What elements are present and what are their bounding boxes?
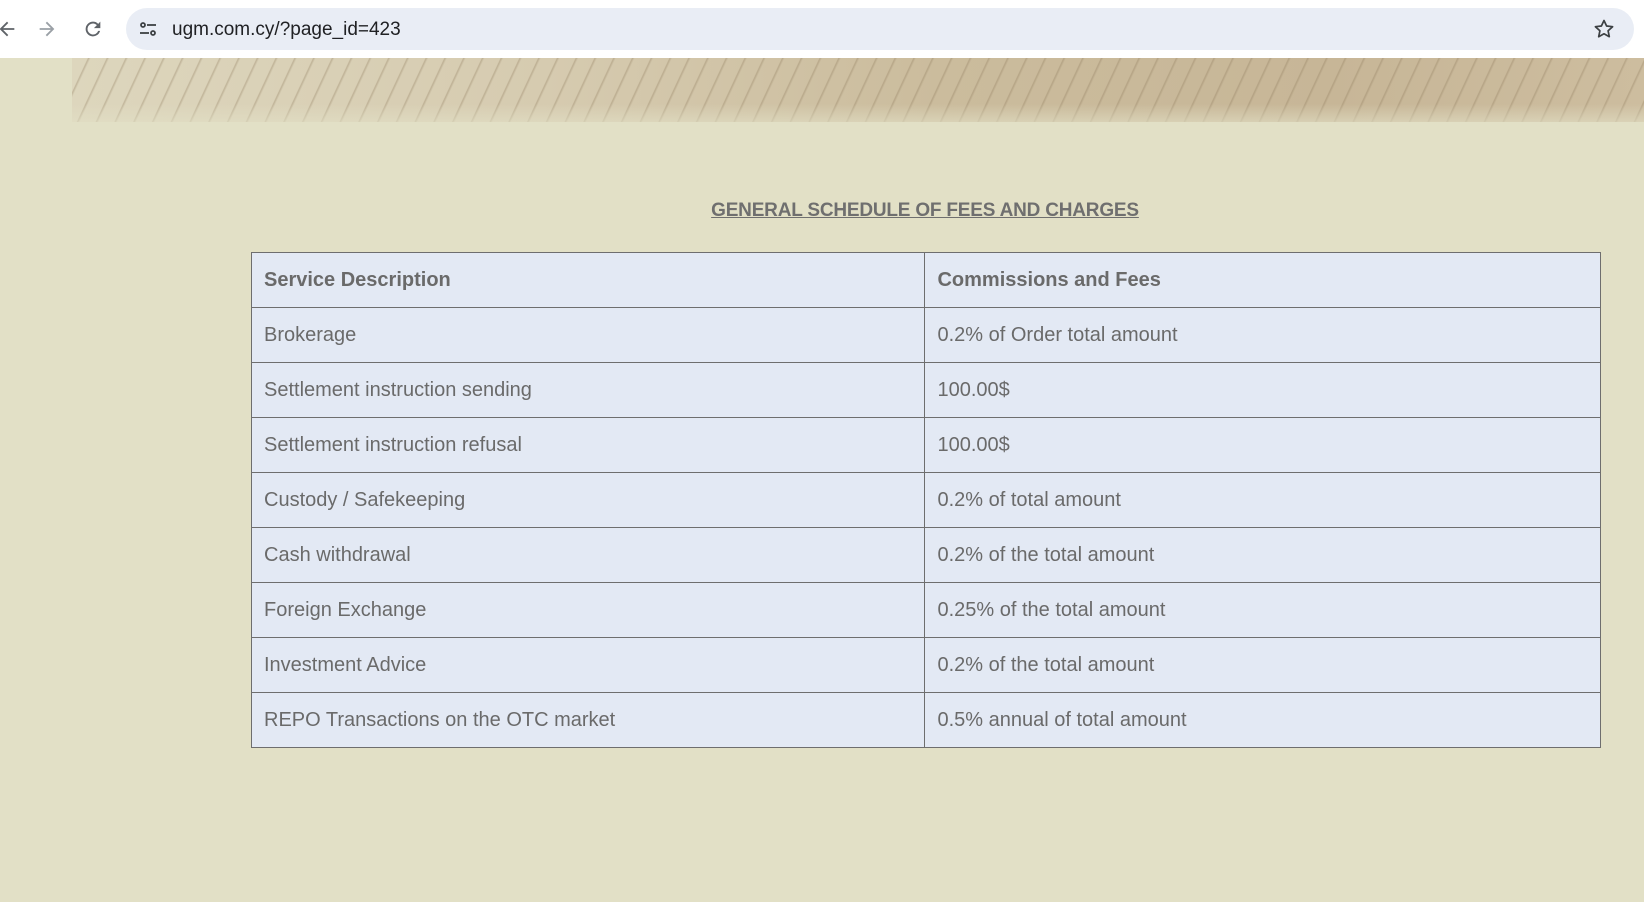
service-cell: Foreign Exchange — [250, 582, 926, 638]
url-text[interactable]: ugm.com.cy/?page_id=423 — [172, 19, 401, 41]
fee-cell: 0.25% of the total amount — [924, 582, 1601, 638]
fee-cell: 0.2% of total amount — [924, 472, 1601, 528]
site-info-icon[interactable] — [136, 17, 160, 41]
table-row: Investment Advice 0.2% of the total amou… — [250, 637, 1601, 693]
fees-table: Service Description Commissions and Fees… — [250, 252, 1601, 748]
fee-cell: 0.2% of the total amount — [924, 637, 1601, 693]
reload-icon[interactable] — [76, 12, 110, 46]
page-title: GENERAL SCHEDULE OF FEES AND CHARGES — [711, 200, 1139, 221]
service-cell: Settlement instruction refusal — [250, 417, 926, 473]
table-row: Settlement instruction refusal 100.00$ — [250, 417, 1601, 473]
service-cell: Brokerage — [250, 307, 926, 363]
column-header: Commissions and Fees — [924, 252, 1601, 308]
fee-cell: 0.5% annual of total amount — [924, 692, 1601, 748]
address-bar[interactable]: ugm.com.cy/?page_id=423 — [126, 8, 1634, 50]
fee-cell: 100.00$ — [924, 362, 1601, 418]
column-header: Service Description — [250, 252, 926, 308]
table-row: Custody / Safekeeping 0.2% of total amou… — [250, 472, 1601, 528]
banner-image — [72, 58, 1644, 122]
table-header-row: Service Description Commissions and Fees — [250, 252, 1601, 308]
header-banner — [0, 58, 1644, 122]
service-cell: Cash withdrawal — [250, 527, 926, 583]
browser-toolbar: ugm.com.cy/?page_id=423 — [0, 0, 1644, 58]
fee-cell: 0.2% of the total amount — [924, 527, 1601, 583]
service-cell: Custody / Safekeeping — [250, 472, 926, 528]
service-cell: REPO Transactions on the OTC market — [250, 692, 926, 748]
service-cell: Settlement instruction sending — [250, 362, 926, 418]
fee-cell: 0.2% of Order total amount — [924, 307, 1601, 363]
table-row: Cash withdrawal 0.2% of the total amount — [250, 527, 1601, 583]
back-arrow-icon[interactable] — [0, 12, 24, 46]
star-icon[interactable] — [1592, 17, 1616, 41]
fee-cell: 100.00$ — [924, 417, 1601, 473]
service-cell: Investment Advice — [250, 637, 926, 693]
table-row: Foreign Exchange 0.25% of the total amou… — [250, 582, 1601, 638]
forward-arrow-icon[interactable] — [30, 12, 64, 46]
table-row: Brokerage 0.2% of Order total amount — [250, 307, 1601, 363]
table-row: Settlement instruction sending 100.00$ — [250, 362, 1601, 418]
table-row: REPO Transactions on the OTC market 0.5%… — [250, 692, 1601, 748]
